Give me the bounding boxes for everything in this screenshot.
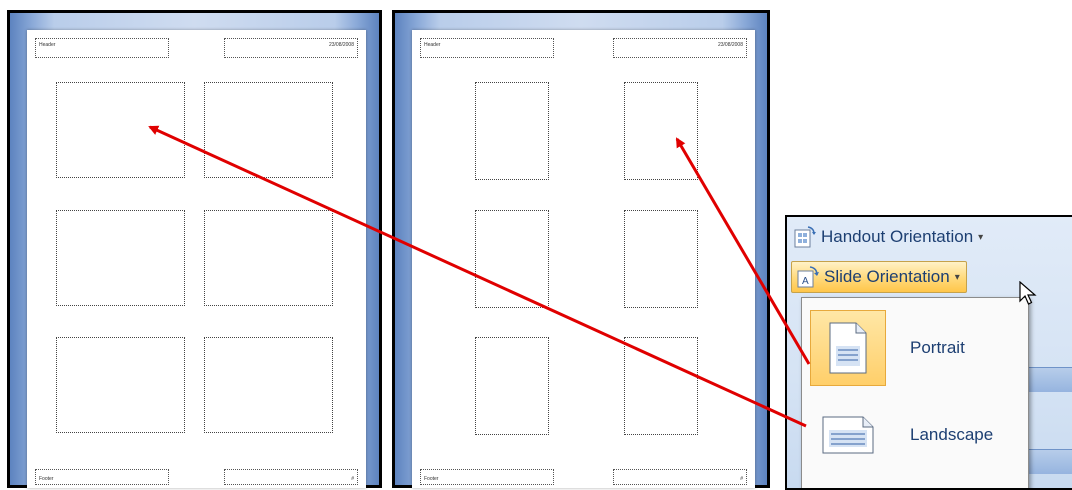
chevron-down-icon: ▾: [954, 271, 960, 283]
handout-page: Header 23/08/2008 Footer #: [412, 30, 755, 488]
footer-placeholder: Footer: [420, 469, 554, 485]
portrait-label: Portrait: [910, 338, 965, 357]
slide-orientation-menu: Portrait Landscape: [801, 297, 1029, 488]
slide-placeholder: [624, 82, 698, 180]
slide-placeholder: [56, 210, 185, 306]
landscape-page-icon: [810, 397, 886, 473]
slide-orientation-icon: A: [796, 265, 820, 289]
handout-orientation-label: Handout Orientation: [821, 227, 974, 246]
slide-placeholder: [475, 337, 549, 435]
footer-placeholder: Footer: [35, 469, 169, 485]
page-number-placeholder: #: [613, 469, 747, 485]
chevron-down-icon: ▾: [978, 231, 984, 243]
ribbon-background-strip: [1022, 367, 1072, 392]
page-setup-ribbon-group: Handout Orientation ▾ A Slide Orientatio…: [785, 215, 1072, 490]
slide-placeholder: [475, 210, 549, 308]
slide-orientation-label: Slide Orientation: [824, 267, 950, 286]
menu-item-landscape[interactable]: Landscape: [810, 397, 1022, 473]
landscape-label: Landscape: [910, 425, 994, 444]
slide-placeholder: [204, 82, 333, 178]
header-placeholder: Header: [35, 38, 169, 58]
portrait-page-icon: [810, 310, 886, 386]
page-number-placeholder: #: [224, 469, 358, 485]
slide-orientation-button[interactable]: A Slide Orientation ▾: [791, 261, 967, 293]
handout-preview-landscape: Header 23/08/2008 Footer #: [7, 10, 382, 488]
slide-placeholder: [624, 337, 698, 435]
svg-text:A: A: [802, 276, 809, 287]
slide-placeholder: [204, 337, 333, 433]
slide-placeholder: [56, 82, 185, 178]
slide-placeholder: [475, 82, 549, 180]
handout-page: Header 23/08/2008 Footer #: [27, 30, 366, 488]
slide-placeholder: [624, 210, 698, 308]
menu-item-portrait[interactable]: Portrait: [810, 310, 1022, 386]
slide-placeholder: [204, 210, 333, 306]
header-placeholder: Header: [420, 38, 554, 58]
slide-placeholder: [56, 337, 185, 433]
mouse-pointer-icon: [1019, 280, 1037, 312]
handout-orientation-icon: [793, 225, 817, 249]
date-placeholder: 23/08/2008: [613, 38, 747, 58]
handout-orientation-button[interactable]: Handout Orientation ▾: [793, 222, 983, 252]
handout-preview-portrait: Header 23/08/2008 Footer #: [392, 10, 770, 488]
ribbon-background-strip: [1022, 449, 1072, 474]
date-placeholder: 23/08/2008: [224, 38, 358, 58]
